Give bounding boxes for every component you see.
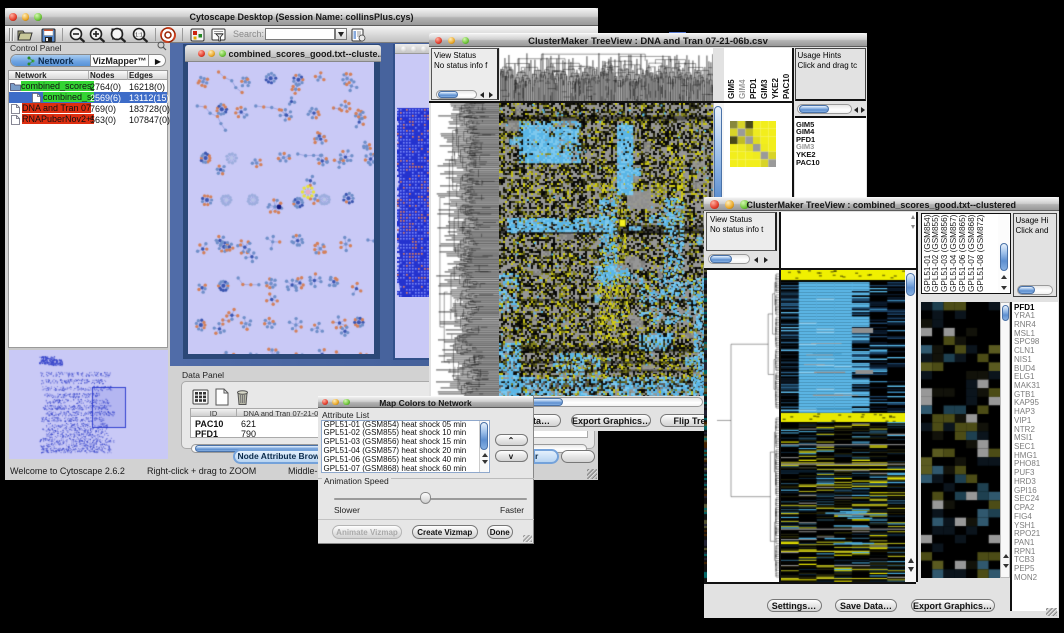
svg-text:1:1: 1:1 (135, 33, 143, 39)
